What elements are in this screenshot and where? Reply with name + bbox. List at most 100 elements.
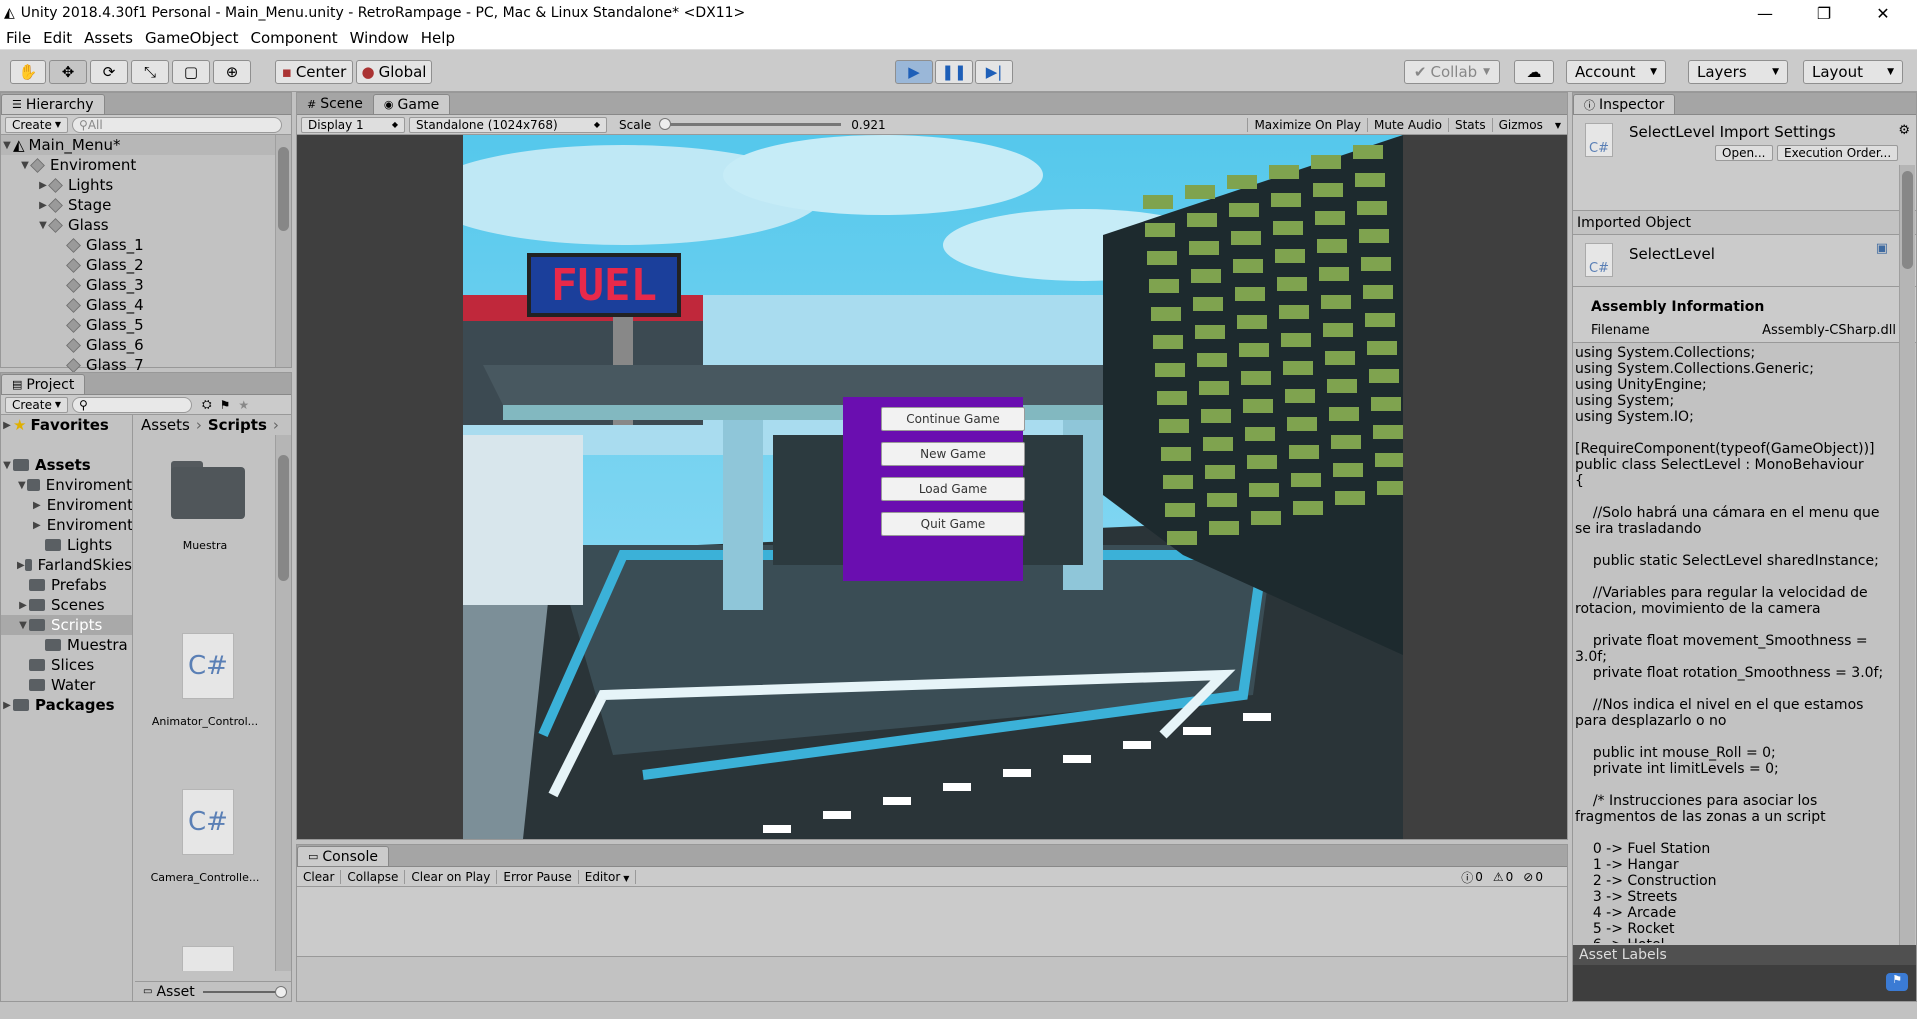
close-button[interactable]: ✕ [1860,0,1906,26]
collab-dropdown[interactable]: ✔ Collab ▼ [1404,60,1500,84]
hierarchy-item[interactable]: Glass_4 [1,295,275,315]
filter-label-icon[interactable]: ⚑ [220,398,231,412]
csharp-file-icon[interactable]: C# [182,789,234,855]
transform-tool-icon[interactable]: ⊕ [213,60,251,84]
hierarchy-item[interactable]: Glass_5 [1,315,275,335]
scale-slider[interactable] [658,118,842,130]
hierarchy-scrollbar[interactable] [275,135,291,367]
console-clear-on-play-toggle[interactable]: Clear on Play [405,869,498,884]
hierarchy-search-input[interactable]: ⚲ All [72,116,283,133]
minimize-button[interactable]: — [1742,0,1788,26]
project-folder-item[interactable]: ▶ FarlandSkies [1,555,132,575]
scene-root[interactable]: ▼ ◭ Main_Menu* [1,135,275,155]
hierarchy-item[interactable]: ▶ Stage [1,195,275,215]
csharp-file-icon[interactable]: C# [182,633,234,699]
info-icon[interactable]: ⓘ [1459,869,1475,886]
project-search-input[interactable]: ⚲ [72,396,193,413]
account-dropdown[interactable]: Account ▼ [1566,60,1666,84]
game-menu-button[interactable]: Continue Game [881,407,1025,431]
project-scrollbar[interactable] [275,435,291,971]
breadcrumb-assets[interactable]: Assets [141,416,190,434]
packages-root[interactable]: ▶ Packages [1,695,132,715]
gizmos-dropdown[interactable]: Gizmos [1491,118,1549,132]
project-folder-item[interactable]: Water [1,675,132,695]
display-dropdown[interactable]: Display 1 ◆ [301,116,405,133]
project-folder-item[interactable]: ▼ Enviroment [1,475,132,495]
favorite-star-icon[interactable]: ★ [238,398,249,412]
maximize-on-play-toggle[interactable]: Maximize On Play [1247,118,1367,132]
game-menu-button[interactable]: New Game [881,442,1025,466]
inspector-scrollbar[interactable] [1899,165,1915,971]
error-icon[interactable]: ⊘ [1521,870,1535,884]
hierarchy-create-button[interactable]: Create ▼ [5,116,69,133]
label-tag-icon[interactable]: ⚑ [1886,973,1908,991]
folder-thumbnail-icon[interactable] [171,461,245,519]
pivot-center-button[interactable]: ▪ Center [275,60,353,84]
tab-inspector[interactable]: ⓘ Inspector [1573,94,1676,114]
console-clear-button[interactable]: Clear [297,869,342,884]
hierarchy-item[interactable]: ▶ Lights [1,175,275,195]
hierarchy-item[interactable]: Glass_2 [1,255,275,275]
scale-tool-icon[interactable]: ⤡ [131,60,169,84]
project-folder-item[interactable]: ▶ Enviroment [1,515,132,535]
move-tool-icon[interactable]: ✥ [49,60,87,84]
warning-icon[interactable]: ⚠ [1491,870,1506,884]
play-button[interactable]: ▶ [895,60,933,84]
menu-component[interactable]: Component [251,29,338,47]
project-folder-item[interactable]: Muestra [1,635,132,655]
folder-triangle-icon[interactable]: ▼ [17,480,27,491]
file-label[interactable]: Animator_Control... [135,715,275,728]
assets-root[interactable]: ▼ Assets [1,455,132,475]
hand-tool-icon[interactable]: ✋ [10,60,46,84]
help-book-icon[interactable]: ▣ [1876,241,1888,256]
tab-project[interactable]: ▤ Project [1,374,86,394]
menu-assets[interactable]: Assets [84,29,133,47]
project-create-button[interactable]: Create ▼ [5,396,69,413]
project-folder-item[interactable]: ▶ Enviroment [1,495,132,515]
file-label[interactable]: Muestra [135,539,275,552]
project-folder-item[interactable]: ▶ Scenes [1,595,132,615]
console-log-area[interactable] [297,887,1567,957]
gear-icon[interactable]: ⚙ [1898,123,1910,138]
menu-file[interactable]: File [6,29,31,47]
restore-button[interactable]: ❐ [1801,0,1847,26]
hierarchy-item[interactable]: ▼ Enviroment [1,155,275,175]
icon-size-slider[interactable] [202,985,287,998]
console-collapse-toggle[interactable]: Collapse [341,869,406,884]
folder-triangle-icon[interactable]: ▼ [17,620,29,631]
folder-triangle-icon[interactable]: ▶ [17,600,29,611]
hierarchy-item[interactable]: Glass_6 [1,335,275,355]
folder-triangle-icon[interactable]: ▶ [17,560,25,571]
project-folder-item[interactable]: Prefabs [1,575,132,595]
hierarchy-item[interactable]: Glass_3 [1,275,275,295]
rect-tool-icon[interactable]: ▢ [172,60,210,84]
file-label[interactable]: Camera_Controlle... [135,871,275,884]
open-button[interactable]: Open... [1715,145,1773,161]
tab-scene[interactable]: # Scene [297,94,373,114]
menu-edit[interactable]: Edit [43,29,72,47]
pause-button[interactable]: ❚❚ [935,60,973,84]
hierarchy-item[interactable]: Glass_1 [1,235,275,255]
game-menu-button[interactable]: Load Game [881,477,1025,501]
layout-dropdown[interactable]: Layout ▼ [1803,60,1903,84]
pivot-global-button[interactable]: ● Global [356,60,432,84]
mute-audio-toggle[interactable]: Mute Audio [1367,118,1448,132]
project-folder-item[interactable]: Slices [1,655,132,675]
favorites-item[interactable]: ▶ ★ Favorites [1,415,132,435]
console-error-pause-toggle[interactable]: Error Pause [497,869,579,884]
resolution-dropdown[interactable]: Standalone (1024x768) ◆ [409,116,607,133]
rotate-tool-icon[interactable]: ⟳ [90,60,128,84]
tab-console[interactable]: ▭ Console [297,846,389,866]
layers-dropdown[interactable]: Layers ▼ [1688,60,1788,84]
menu-help[interactable]: Help [421,29,455,47]
stats-toggle[interactable]: Stats [1447,118,1492,132]
filter-type-icon[interactable]: ⛭ [202,397,212,412]
project-folder-item[interactable]: Lights [1,535,132,555]
menu-gameobject[interactable]: GameObject [145,29,239,47]
execution-order-button[interactable]: Execution Order... [1777,145,1899,161]
game-menu-button[interactable]: Quit Game [881,512,1025,536]
console-editor-dropdown[interactable]: Editor ▼ [579,869,637,884]
cloud-icon[interactable]: ☁ [1514,60,1554,84]
menu-window[interactable]: Window [350,29,409,47]
project-folder-item[interactable]: ▼ Scripts [1,615,132,635]
